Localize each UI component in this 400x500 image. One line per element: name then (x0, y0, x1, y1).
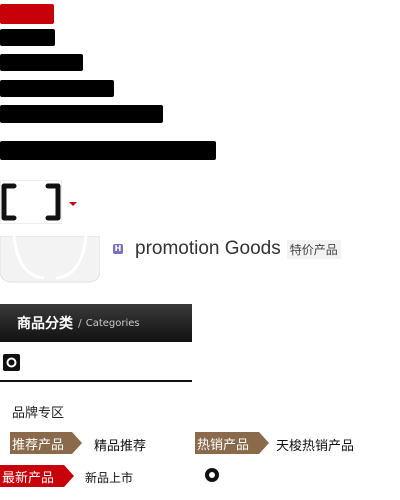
promotion-subtitle: 特价产品 (286, 239, 341, 259)
promotion-header: H promotion Goods 特价产品 (113, 236, 341, 262)
redacted-bar-1 (0, 4, 54, 24)
ring-icon (205, 468, 219, 482)
chevron-down-icon[interactable] (69, 202, 77, 206)
redacted-bar-5 (0, 105, 163, 123)
brand-zone-link[interactable]: 品牌专区 (12, 402, 64, 421)
radio-icon[interactable] (3, 354, 20, 371)
tag-hot-products[interactable]: 热销产品 (195, 432, 273, 454)
tag-new-products[interactable]: 最新产品 (0, 465, 76, 487)
redacted-bar-2 (0, 29, 55, 46)
categories-separator: / (78, 316, 82, 330)
tissot-hot-products-link[interactable]: 天梭热销产品 (276, 435, 354, 454)
tag-new-label: 最新产品 (2, 470, 55, 486)
categories-subtitle: Categories (85, 317, 140, 329)
promotion-badge-icon: H (113, 244, 123, 254)
redacted-bar-6 (0, 141, 216, 160)
redacted-bar-3 (0, 54, 83, 71)
promotion-title: promotion Goods (135, 238, 281, 259)
categories-title: 商品分类 (17, 316, 73, 332)
tag-recommend-products[interactable]: 推荐产品 (10, 432, 82, 454)
categories-header: 商品分类 / Categories (0, 304, 192, 342)
cart-box-icon[interactable] (0, 180, 62, 224)
redacted-bar-4 (0, 80, 114, 97)
new-arrival-link[interactable]: 新品上市 (85, 469, 133, 486)
boutique-recommend-link[interactable]: 精品推荐 (94, 435, 146, 454)
tag-recommend-label: 推荐产品 (12, 437, 65, 453)
category-divider (0, 380, 192, 382)
tag-hot-label: 热销产品 (197, 437, 250, 453)
panel-arc-decoration (0, 236, 100, 283)
